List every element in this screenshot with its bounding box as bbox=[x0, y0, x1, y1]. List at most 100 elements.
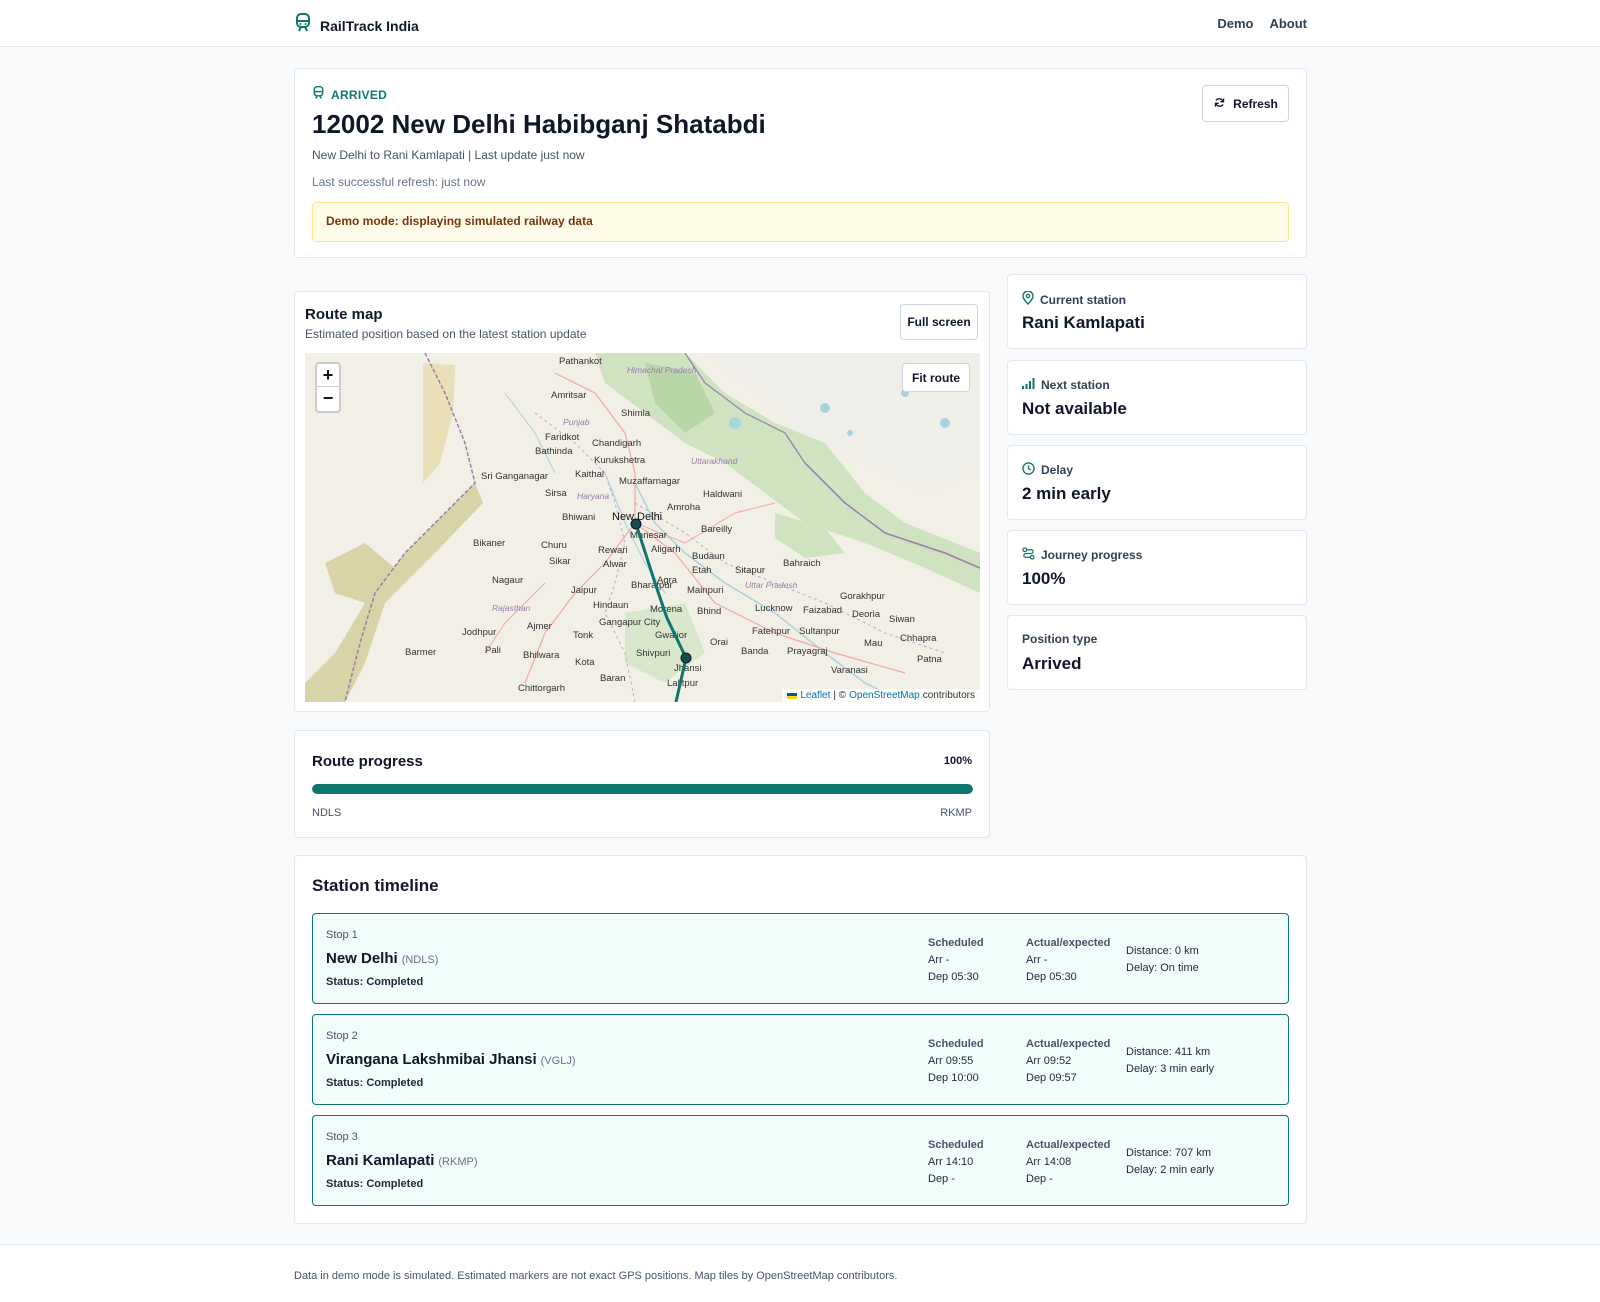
footer-text: Data in demo mode is simulated. Estimate… bbox=[294, 1270, 898, 1282]
map-place-label: Bikaner bbox=[473, 538, 505, 549]
stop-code: (RKMP) bbox=[438, 1156, 478, 1168]
fit-route-button[interactable]: Fit route bbox=[902, 363, 970, 392]
actual-arrival: Arr 09:52 bbox=[1026, 1055, 1072, 1067]
scheduled-arrival: Arr 14:10 bbox=[928, 1156, 974, 1168]
stop-name: New Delhi bbox=[326, 950, 398, 967]
map-place-label: Deoria bbox=[852, 609, 881, 620]
stat-label: Next station bbox=[1041, 377, 1110, 392]
zoom-out-button[interactable]: − bbox=[317, 387, 339, 410]
refresh-label: Refresh bbox=[1233, 96, 1278, 111]
zoom-in-button[interactable]: + bbox=[317, 364, 339, 387]
actual-header: Actual/expected bbox=[1026, 937, 1111, 949]
map-place-label: Budaun bbox=[692, 551, 725, 562]
scheduled-times: Scheduled Arr 14:10 Dep - bbox=[928, 1137, 984, 1188]
map-place-label: Chhapra bbox=[900, 633, 937, 644]
map-place-label: Haldwani bbox=[703, 489, 742, 500]
actual-header: Actual/expected bbox=[1026, 1139, 1111, 1151]
actual-departure: Dep - bbox=[1026, 1173, 1053, 1185]
scheduled-arrival: Arr 09:55 bbox=[928, 1055, 974, 1067]
scheduled-header: Scheduled bbox=[928, 1139, 984, 1151]
leaflet-link[interactable]: Leaflet bbox=[800, 690, 830, 701]
brand-link[interactable]: RailTrack India bbox=[294, 13, 419, 38]
map-place-label: Faizabad bbox=[803, 605, 842, 616]
map-place-label: Prayagraj bbox=[787, 646, 828, 657]
map-place-label: Shimla bbox=[621, 408, 651, 419]
stop-name-row: Virangana Lakshmibai Jhansi (VGLJ) bbox=[326, 1051, 575, 1068]
route-progress-percent: 100% bbox=[943, 755, 972, 767]
actual-arrival: Arr - bbox=[1026, 954, 1048, 966]
map-place-label: Varanasi bbox=[831, 665, 868, 676]
map-place-label: Gorakhpur bbox=[840, 591, 885, 602]
scheduled-departure: Dep - bbox=[928, 1173, 955, 1185]
map-place-label: Faridkot bbox=[545, 432, 580, 443]
map-place-label: Manesar bbox=[630, 530, 667, 541]
map-subtitle: Estimated position based on the latest s… bbox=[305, 327, 587, 341]
map-place-label: Nagaur bbox=[492, 575, 523, 586]
delay-value: 2 min early bbox=[1022, 484, 1111, 503]
actual-times: Actual/expected Arr 09:52 Dep 09:57 bbox=[1026, 1036, 1110, 1087]
map-place-label: Bareilly bbox=[701, 524, 732, 535]
attribution-tail: contributors bbox=[922, 690, 975, 701]
nav-link-demo[interactable]: Demo bbox=[1217, 16, 1253, 31]
stat-card-position-type: Position type Arrived bbox=[1007, 615, 1307, 690]
journey-progress-value: 100% bbox=[1022, 569, 1066, 588]
train-logo-icon bbox=[294, 13, 312, 38]
map-region-label: Haryana bbox=[577, 491, 609, 501]
scheduled-departure: Dep 10:00 bbox=[928, 1072, 979, 1084]
map-place-label: Lucknow bbox=[755, 603, 793, 614]
map-place-label: Alwar bbox=[603, 559, 627, 570]
map-place-label: Churu bbox=[541, 540, 567, 551]
map-place-label: Kaithal bbox=[575, 469, 604, 480]
stop-code: (VGLJ) bbox=[540, 1055, 576, 1067]
status-text: ARRIVED bbox=[331, 87, 388, 102]
map-place-label: Mainpuri bbox=[687, 585, 723, 596]
map-place-label: Patna bbox=[917, 654, 943, 665]
osm-link[interactable]: OpenStreetMap bbox=[849, 690, 920, 701]
ukraine-flag-icon bbox=[787, 692, 798, 699]
actual-times: Actual/expected Arr - Dep 05:30 bbox=[1026, 935, 1110, 986]
map-place-label: Etah bbox=[692, 565, 712, 576]
stat-label: Current station bbox=[1040, 292, 1127, 307]
map-place-label: Muzaffarnagar bbox=[619, 476, 680, 487]
stop-distance: Distance: 707 km bbox=[1126, 1147, 1211, 1159]
map-place-label: Sikar bbox=[549, 556, 571, 567]
map-place-label: Mau bbox=[864, 638, 882, 649]
map-place-label: Bahraich bbox=[783, 558, 821, 569]
map-place-label: Kurukshetra bbox=[594, 455, 646, 466]
nav-link-about[interactable]: About bbox=[1269, 16, 1307, 31]
map-place-label: Hindaun bbox=[593, 600, 628, 611]
map-place-label: Shivpuri bbox=[636, 648, 670, 659]
clock-icon bbox=[1022, 462, 1035, 478]
map-place-label: Barmer bbox=[405, 647, 436, 658]
actual-departure: Dep 05:30 bbox=[1026, 971, 1077, 983]
scheduled-header: Scheduled bbox=[928, 1038, 984, 1050]
fullscreen-button[interactable]: Full screen bbox=[900, 304, 978, 340]
stop-distance: Distance: 0 km bbox=[1126, 945, 1199, 957]
stat-card-delay: Delay 2 min early bbox=[1007, 445, 1307, 520]
map-place-label: Siwan bbox=[889, 614, 915, 625]
progress-bar bbox=[312, 784, 973, 794]
map-region-label: Himachal Pradesh bbox=[627, 365, 697, 375]
distance-delay: Distance: 0 km Delay: On time bbox=[1126, 943, 1199, 977]
map-title: Route map bbox=[305, 306, 383, 323]
map-place-label: Bhiwani bbox=[562, 512, 595, 523]
map-place-label: Banda bbox=[741, 646, 769, 657]
map-viewport[interactable]: Pathankot Amritsar Shimla Chandigarh Kuruksh… bbox=[305, 353, 980, 702]
map-place-label: Rewari bbox=[598, 545, 628, 556]
refresh-button[interactable]: Refresh bbox=[1202, 85, 1289, 122]
next-station-value: Not available bbox=[1022, 399, 1127, 418]
map-place-label: Jaipur bbox=[571, 585, 597, 596]
timeline-stop: Stop 3 Rani Kamlapati (RKMP) Status: Comp… bbox=[312, 1115, 1289, 1206]
stop-status: Status: Completed bbox=[326, 1178, 424, 1190]
scheduled-times: Scheduled Arr 09:55 Dep 10:00 bbox=[928, 1036, 984, 1087]
actual-departure: Dep 09:57 bbox=[1026, 1072, 1077, 1084]
route-subtitle: New Delhi to Rani Kamlapati | Last updat… bbox=[312, 148, 585, 162]
map-place-label: Sirsa bbox=[545, 488, 567, 499]
map-region-label: Uttar Pradesh bbox=[745, 580, 798, 590]
map-region-label: Uttarakhand bbox=[691, 456, 738, 466]
stat-card-journey-progress: Journey progress 100% bbox=[1007, 530, 1307, 605]
station-timeline-card: Station timeline Stop 1 New Delhi (NDLS) … bbox=[294, 855, 1307, 1224]
destination-code: RKMP bbox=[940, 807, 972, 819]
stop-name-row: Rani Kamlapati (RKMP) bbox=[326, 1152, 477, 1169]
status-badge: ARRIVED bbox=[312, 86, 387, 103]
